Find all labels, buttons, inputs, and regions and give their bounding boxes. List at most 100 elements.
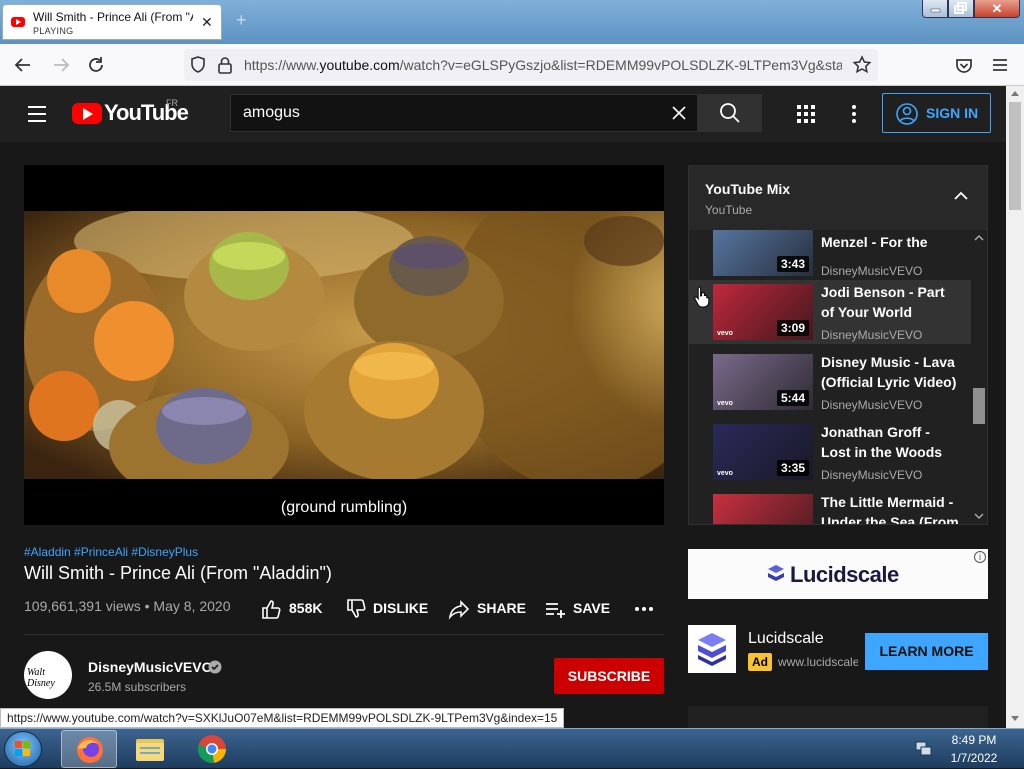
mix-title: YouTube Mix bbox=[705, 181, 791, 197]
duration-badge: 3:35 bbox=[776, 460, 809, 476]
search-box[interactable]: amogus bbox=[230, 94, 698, 132]
share-icon[interactable] bbox=[448, 598, 470, 620]
youtube-logo-icon[interactable] bbox=[72, 103, 102, 124]
channel-subscriber-count: 26.5M subscribers bbox=[88, 680, 187, 694]
window-minimize-button[interactable] bbox=[922, 0, 948, 18]
ad-url[interactable]: www.lucidscale.com bbox=[778, 655, 858, 669]
subscribe-button[interactable]: SUBSCRIBE bbox=[554, 658, 664, 694]
scroll-down-arrow-icon[interactable] bbox=[974, 512, 984, 520]
taskbar-chrome[interactable] bbox=[184, 730, 240, 768]
channel-name[interactable]: DisneyMusicVEVO bbox=[88, 659, 213, 675]
mix-item[interactable]: vevo 3:35 Jonathan Groff - Lost in the W… bbox=[689, 420, 971, 484]
page-scrollbar[interactable] bbox=[1006, 86, 1024, 728]
video-player[interactable]: (ground rumbling) bbox=[24, 165, 664, 525]
back-arrow-icon[interactable] bbox=[12, 54, 34, 76]
mix-item-thumbnail[interactable] bbox=[713, 494, 813, 524]
browser-navbar: https://www.youtube.com/watch?v=eGLSPyGs… bbox=[0, 44, 1024, 86]
search-button[interactable] bbox=[698, 94, 762, 132]
sign-in-button[interactable]: SIGN IN bbox=[882, 93, 991, 133]
clear-search-icon[interactable] bbox=[669, 103, 689, 123]
mix-scrollbar-thumb[interactable] bbox=[973, 388, 985, 424]
taskbar-explorer[interactable] bbox=[122, 730, 178, 768]
video-hashtags[interactable]: #Aladdin #PrinceAli #DisneyPlus bbox=[24, 545, 198, 559]
chrome-icon bbox=[197, 735, 226, 763]
ad-logo[interactable] bbox=[688, 625, 736, 673]
save-button[interactable]: SAVE bbox=[573, 600, 610, 616]
hamburger-menu-icon[interactable] bbox=[989, 54, 1011, 76]
youtube-page: YouTube FR amogus SIGN IN (ground rumbli… bbox=[0, 86, 1006, 728]
verified-check-icon bbox=[208, 660, 222, 674]
mix-header[interactable]: YouTube Mix YouTube bbox=[689, 166, 987, 230]
pocket-icon[interactable] bbox=[953, 54, 975, 76]
collapse-chevron-icon[interactable] bbox=[953, 190, 969, 202]
guide-menu-icon[interactable] bbox=[26, 103, 48, 125]
clock-time[interactable]: 8:49 PM bbox=[934, 733, 1014, 747]
mix-item-thumbnail[interactable]: vevo 3:09 bbox=[713, 284, 813, 340]
mix-item-channel: DisneyMusicVEVO bbox=[821, 398, 923, 412]
network-tray-icon[interactable] bbox=[914, 739, 932, 757]
scroll-up-arrow-icon[interactable] bbox=[974, 234, 984, 242]
apps-grid-icon[interactable] bbox=[796, 104, 816, 124]
more-actions-icon[interactable] bbox=[634, 604, 654, 614]
search-input[interactable]: amogus bbox=[243, 104, 300, 122]
mix-item[interactable]: The Little Mermaid - Under the Sea (From… bbox=[689, 490, 971, 524]
mix-subtitle: YouTube bbox=[705, 203, 753, 217]
channel-avatar[interactable]: Walt Disney bbox=[24, 651, 72, 699]
shield-icon[interactable] bbox=[188, 55, 208, 75]
new-tab-button[interactable]: + bbox=[236, 10, 247, 31]
mix-item-thumbnail[interactable]: vevo 5:44 bbox=[713, 354, 813, 410]
mix-item[interactable]: vevo 3:09 Jodi Benson - Part of Your Wor… bbox=[689, 280, 971, 344]
divider bbox=[24, 634, 664, 635]
ad-banner[interactable]: Lucidscale i bbox=[688, 549, 988, 599]
tab-close-icon[interactable]: ✕ bbox=[201, 14, 213, 31]
save-playlist-icon[interactable] bbox=[544, 598, 566, 620]
mix-item[interactable]: 3:43 Menzel - For the First Time in Fore… bbox=[689, 230, 971, 280]
mix-item-thumbnail[interactable]: vevo 3:35 bbox=[713, 424, 813, 480]
folder-icon bbox=[136, 739, 164, 761]
window-restore-button[interactable] bbox=[948, 0, 974, 18]
url-text[interactable]: https://www.youtube.com/watch?v=eGLSPyGs… bbox=[244, 57, 842, 73]
link-status-url: https://www.youtube.com/watch?v=SXKlJuO0… bbox=[0, 708, 565, 728]
tab-playing-status: PLAYING bbox=[33, 26, 74, 36]
mix-list: 3:43 Menzel - For the First Time in Fore… bbox=[689, 230, 987, 524]
page-scroll-up-icon[interactable] bbox=[1011, 90, 1019, 96]
ad-advertiser-name[interactable]: Lucidscale bbox=[748, 630, 824, 648]
mix-scrollbar[interactable] bbox=[971, 230, 987, 524]
mix-item-channel: DisneyMusicVEVO bbox=[821, 264, 923, 278]
browser-tab[interactable]: Will Smith - Prince Ali (From "Aladdin")… bbox=[2, 4, 222, 40]
lock-icon[interactable] bbox=[216, 55, 234, 75]
address-bar[interactable]: https://www.youtube.com/watch?v=eGLSPyGs… bbox=[184, 49, 878, 81]
mix-item-title[interactable]: Menzel - For the First Time in Forever bbox=[821, 232, 961, 252]
next-panel bbox=[688, 706, 988, 728]
mix-item[interactable]: vevo 5:44 Disney Music - Lava (Official … bbox=[689, 350, 971, 414]
video-views-date: 109,661,391 views • May 8, 2020 bbox=[24, 598, 231, 614]
dislike-button[interactable]: DISLIKE bbox=[373, 600, 428, 616]
region-code: FR bbox=[166, 98, 178, 108]
like-count[interactable]: 858K bbox=[289, 600, 322, 616]
share-button[interactable]: SHARE bbox=[477, 600, 526, 616]
page-scrollbar-thumb[interactable] bbox=[1009, 102, 1021, 210]
forward-arrow-icon[interactable] bbox=[50, 54, 72, 76]
sign-in-label: SIGN IN bbox=[926, 105, 979, 121]
start-button[interactable] bbox=[4, 731, 42, 767]
youtube-mix-playlist: YouTube Mix YouTube 3:43 Menzel - For th… bbox=[688, 165, 988, 525]
window-close-button[interactable]: ✕ bbox=[974, 0, 1020, 18]
mix-item-title[interactable]: Disney Music - Lava (Official Lyric Vide… bbox=[821, 352, 961, 392]
ad-banner-brand: Lucidscale bbox=[790, 562, 899, 587]
bookmark-star-icon[interactable] bbox=[852, 55, 872, 75]
clock-date[interactable]: 1/7/2022 bbox=[934, 751, 1014, 765]
mix-item-title[interactable]: The Little Mermaid - Under the Sea (From… bbox=[821, 492, 961, 524]
mix-item-title[interactable]: Jonathan Groff - Lost in the Woods (From… bbox=[821, 422, 961, 462]
lucidscale-logo-icon bbox=[766, 564, 786, 584]
ad-info-icon[interactable]: i bbox=[974, 551, 986, 563]
reload-icon[interactable] bbox=[85, 54, 107, 76]
mix-item-thumbnail[interactable]: 3:43 bbox=[713, 230, 813, 276]
like-icon[interactable] bbox=[260, 598, 282, 620]
taskbar-firefox[interactable] bbox=[61, 730, 117, 768]
learn-more-button[interactable]: LEARN MORE bbox=[865, 633, 988, 670]
dislike-icon[interactable] bbox=[345, 598, 367, 620]
page-scroll-down-icon[interactable] bbox=[1011, 716, 1019, 722]
mix-item-title[interactable]: Jodi Benson - Part of Your World (Offici… bbox=[821, 282, 961, 322]
video-frame[interactable] bbox=[24, 211, 664, 479]
settings-more-icon[interactable] bbox=[844, 104, 864, 124]
